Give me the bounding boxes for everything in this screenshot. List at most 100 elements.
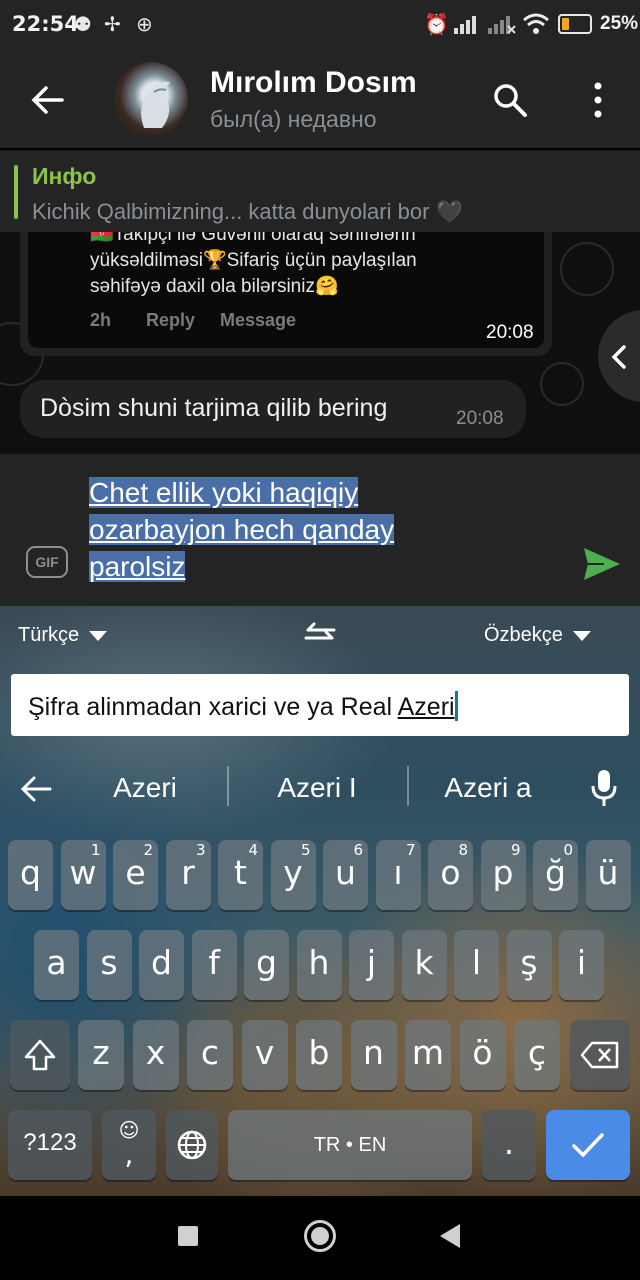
key-x[interactable]: x (132, 1020, 179, 1090)
pinned-text: Kichik Qalbimizning... katta dunyolari b… (32, 199, 463, 224)
key-ö[interactable]: ö (459, 1020, 506, 1090)
key-label: s (100, 943, 118, 982)
key-j[interactable]: j (349, 930, 394, 1000)
key-ç[interactable]: ç (514, 1020, 560, 1090)
key-hint-digit: 9 (510, 841, 521, 859)
key-label: q (20, 853, 41, 892)
avatar[interactable] (114, 62, 188, 136)
recents-button[interactable] (178, 1226, 198, 1246)
key-ı[interactable]: ı7 (375, 840, 421, 910)
suggestion-divider (227, 766, 229, 806)
key-label: k (414, 943, 434, 982)
chevron-left-icon (611, 345, 626, 369)
back-arrow-icon[interactable] (26, 78, 70, 122)
microphone-icon[interactable] (590, 768, 618, 808)
key-p[interactable]: p9 (480, 840, 526, 910)
translate-input-composing-word: Azeri (397, 693, 455, 721)
chat-area[interactable]: 🇦🇿Takipçi ilə Güvənli olaraq səhifələrin… (0, 232, 640, 454)
alarm-icon: ⏰ (424, 12, 449, 36)
source-language-label: Türkçe (18, 624, 80, 646)
translate-input[interactable]: Şifra alinmadan xarici ve ya Real Azeri (11, 674, 629, 736)
message-time: 20:08 (456, 408, 504, 429)
key-ü[interactable]: ü (585, 840, 631, 910)
pinned-title: Инфо (32, 163, 97, 189)
key-e[interactable]: e2 (113, 840, 158, 910)
key-ş[interactable]: ş (506, 930, 552, 1000)
key-y[interactable]: y5 (270, 840, 316, 910)
emoji-comma-key[interactable]: ☺ , (102, 1110, 156, 1180)
key-c[interactable]: c (187, 1020, 233, 1090)
key-m[interactable]: m (405, 1020, 451, 1090)
source-language-dropdown[interactable]: Türkçe (18, 624, 108, 647)
suggestion-item[interactable]: Azeri I (242, 772, 392, 804)
key-n[interactable]: n (350, 1020, 397, 1090)
pinned-message[interactable]: Инфо Kichik Qalbimizning... katta dunyol… (0, 150, 640, 233)
home-button[interactable] (304, 1220, 336, 1252)
key-v[interactable]: v (241, 1020, 288, 1090)
key-s[interactable]: s (86, 930, 132, 1000)
key-a[interactable]: a (34, 930, 79, 1000)
translate-input-text: Şifra alinmadan xarici ve ya Real Azeri (28, 691, 458, 722)
send-icon[interactable] (580, 542, 624, 586)
key-b[interactable]: b (296, 1020, 342, 1090)
suggestion-item[interactable]: Azeri a (413, 772, 563, 804)
key-label: h (308, 943, 330, 982)
key-i[interactable]: i (559, 930, 604, 1000)
key-label: a (46, 943, 67, 982)
system-nav-bar (0, 1196, 640, 1280)
key-d[interactable]: d (139, 930, 184, 1000)
key-w[interactable]: w1 (60, 840, 106, 910)
comma-label: , (124, 1138, 134, 1171)
search-icon[interactable] (490, 80, 530, 120)
target-language-label: Özbekçe (484, 624, 563, 646)
status-time: 22:54 (12, 12, 79, 36)
key-label: g (256, 943, 277, 982)
swap-languages-icon[interactable] (302, 618, 338, 650)
back-arrow-icon[interactable] (18, 772, 54, 806)
more-menu-icon[interactable] (584, 80, 612, 120)
key-q[interactable]: q (8, 840, 53, 910)
key-hint-digit: 5 (300, 841, 311, 859)
key-g[interactable]: g (244, 930, 289, 1000)
forwarded-message-bubble[interactable]: 🇦🇿Takipçi ilə Güvənli olaraq səhifələrin… (20, 232, 552, 356)
system-back-button[interactable] (440, 1224, 460, 1248)
key-hint-digit: 6 (353, 841, 363, 859)
checkmark-icon (572, 1133, 604, 1158)
key-l[interactable]: l (454, 930, 499, 1000)
symbols-key[interactable]: ?123 (8, 1110, 92, 1180)
key-z[interactable]: z (78, 1020, 124, 1090)
key-o[interactable]: o8 (428, 840, 473, 910)
key-r[interactable]: r3 (165, 840, 211, 910)
pinned-accent-bar (14, 165, 18, 219)
space-key[interactable]: TR • EN (228, 1110, 472, 1180)
key-u[interactable]: u6 (323, 840, 368, 910)
key-hint-digit: 8 (458, 841, 468, 859)
key-f[interactable]: f (191, 930, 237, 1000)
period-key[interactable]: . (482, 1110, 536, 1180)
backspace-icon (580, 1041, 619, 1069)
contact-name[interactable]: Mırolım Dosım (210, 66, 417, 100)
shift-key[interactable] (10, 1020, 70, 1090)
message-input[interactable]: Chet ellik yoki haqiqiy ozarbayjon hech … (89, 474, 469, 585)
message-composer[interactable]: Chet ellik yoki haqiqiy ozarbayjon hech … (0, 454, 640, 606)
target-language-dropdown[interactable]: Özbekçe (484, 624, 591, 647)
key-h[interactable]: h (296, 930, 342, 1000)
suggestion-divider (407, 766, 409, 806)
key-label: i (576, 943, 587, 982)
key-hint-digit: 0 (563, 841, 573, 859)
suggestion-item[interactable]: Azeri (70, 772, 220, 804)
message-time: 20:08 (486, 322, 534, 343)
language-key[interactable] (166, 1110, 218, 1180)
add-circle-icon: ⊕ (136, 12, 153, 36)
key-t[interactable]: t4 (218, 840, 263, 910)
notification-icon: ⚉ (74, 12, 92, 36)
incoming-message-bubble[interactable]: Dòsim shuni tarjima qilib bering 20:08 (20, 380, 526, 438)
battery-icon (558, 14, 592, 34)
key-k[interactable]: k (401, 930, 447, 1000)
side-panel-button[interactable] (598, 310, 640, 402)
key-label: ş (520, 943, 538, 982)
enter-key[interactable] (546, 1110, 630, 1180)
key-ğ[interactable]: ğ0 (533, 840, 578, 910)
backspace-key[interactable] (570, 1020, 630, 1090)
gif-button[interactable]: GIF (26, 546, 68, 578)
